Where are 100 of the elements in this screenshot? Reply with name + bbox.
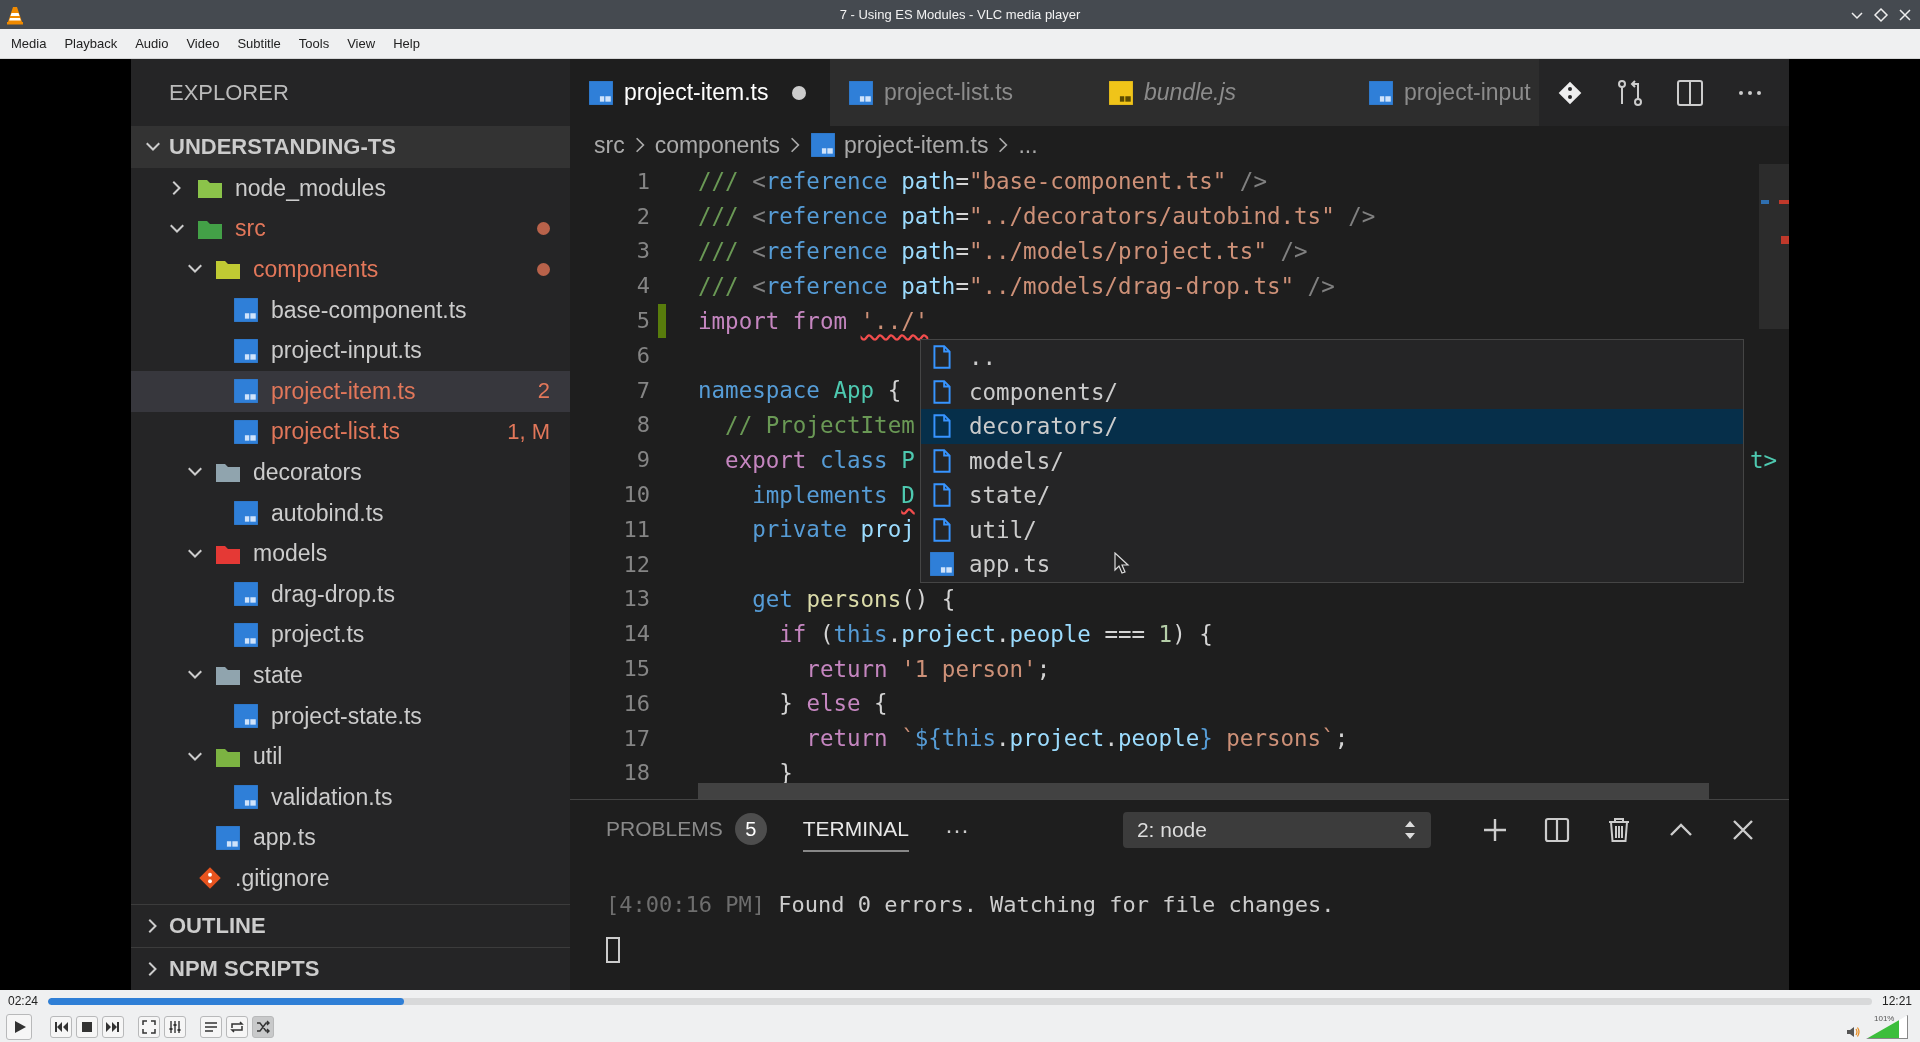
- breadcrumb-item[interactable]: components: [654, 131, 780, 159]
- file-item[interactable]: project-list.ts 1, M: [131, 411, 570, 453]
- file-item[interactable]: base-component.ts: [131, 289, 570, 331]
- terminal-dropdown[interactable]: 2: node: [1122, 812, 1431, 848]
- panel-tab[interactable]: PROBLEMS 5: [606, 808, 767, 852]
- line-number: 6: [635, 342, 650, 368]
- editor-tab[interactable]: project-input: [1350, 59, 1539, 126]
- suggestion-item[interactable]: util/: [921, 512, 1743, 547]
- loop-button[interactable]: [226, 1016, 248, 1038]
- file-item[interactable]: app.ts: [131, 817, 570, 859]
- play-button[interactable]: [6, 1014, 32, 1040]
- code-line: /// <reference path="../models/drag-drop.ts" />: [698, 272, 1335, 299]
- folder-item[interactable]: util: [131, 736, 570, 777]
- suggestion-item[interactable]: ..: [921, 340, 1743, 375]
- extended-button[interactable]: [164, 1016, 186, 1038]
- file-item[interactable]: project-input.ts: [131, 330, 570, 371]
- more-button[interactable]: ···: [944, 816, 969, 844]
- problem-count: 2: [537, 378, 550, 405]
- menu-item[interactable]: View: [338, 36, 385, 51]
- editor-tab[interactable]: project-list.ts: [830, 59, 1090, 126]
- line-number: 16: [622, 690, 650, 716]
- shuffle-icon: [256, 1020, 270, 1034]
- seek-bar[interactable]: [48, 997, 1872, 1005]
- ts-file-icon: [215, 824, 241, 851]
- playlist-button[interactable]: [200, 1016, 222, 1038]
- minimap[interactable]: [1759, 164, 1789, 329]
- section-header[interactable]: UNDERSTANDING-TS: [131, 126, 570, 168]
- volume-reading: 101%: [1874, 1014, 1895, 1023]
- line-number: 7: [635, 377, 650, 403]
- fullscreen-button[interactable]: [138, 1016, 160, 1038]
- mouse-pointer-icon: [1114, 552, 1130, 574]
- code-line: if (this.project.people === 1) {: [778, 620, 1213, 647]
- play-icon: [12, 1020, 26, 1034]
- menu-item[interactable]: Help: [384, 36, 429, 51]
- file-item[interactable]: project.ts: [131, 614, 570, 656]
- line-number: 9: [635, 447, 650, 473]
- menu-item[interactable]: Tools: [289, 36, 339, 51]
- file-item[interactable]: project-state.ts: [131, 695, 570, 737]
- ts-file-icon: [233, 581, 259, 608]
- next-button[interactable]: [102, 1016, 124, 1038]
- scrollbar[interactable]: [698, 783, 1709, 799]
- menu-item[interactable]: Audio: [126, 36, 178, 51]
- line-number: 12: [622, 551, 650, 577]
- line-number: 4: [635, 273, 650, 299]
- code-line: export class P: [724, 446, 915, 473]
- file-item[interactable]: .gitignore: [131, 858, 570, 899]
- file-item[interactable]: autobind.ts: [131, 492, 570, 534]
- line-number: 17: [622, 725, 650, 751]
- menu-item[interactable]: Playback: [55, 36, 127, 51]
- menu-item[interactable]: Media: [2, 36, 56, 51]
- previous-button[interactable]: [50, 1016, 72, 1038]
- code-line: /// <reference path="../decorators/autobind.ts" />: [698, 203, 1376, 230]
- line-number: 2: [635, 203, 650, 229]
- suggestion-item[interactable]: decorators/: [921, 409, 1743, 444]
- elapsed-time: 02:24: [8, 994, 39, 1008]
- file-item[interactable]: validation.ts: [131, 776, 570, 818]
- folder-item[interactable]: decorators: [131, 452, 570, 493]
- line-number: 18: [622, 760, 650, 786]
- ts-file-icon: [810, 132, 836, 158]
- ts-file-icon: [233, 378, 259, 405]
- editor-tab[interactable]: project-item.ts: [570, 59, 830, 126]
- ts-file-icon: [233, 418, 259, 445]
- shuffle-button[interactable]: [252, 1016, 274, 1038]
- folder-item[interactable]: node_modules: [131, 168, 570, 209]
- count-badge: 5: [734, 813, 767, 845]
- folder-item[interactable]: models: [131, 533, 570, 574]
- suggestion-item[interactable]: components/: [921, 374, 1743, 409]
- section-header[interactable]: OUTLINE: [131, 904, 570, 947]
- code-line: // ProjectItem: [724, 411, 915, 438]
- previous-icon: [54, 1020, 68, 1034]
- ts-file-icon: [233, 703, 259, 729]
- breadcrumb-item[interactable]: src: [594, 131, 625, 159]
- menu-item[interactable]: Subtitle: [228, 36, 290, 51]
- file-item[interactable]: drag-drop.ts: [131, 573, 570, 615]
- editor-tab[interactable]: bundle.js: [1090, 59, 1350, 126]
- breadcrumb-item[interactable]: ...: [1018, 131, 1038, 159]
- ts-file-icon: [588, 79, 614, 106]
- ts-file-icon: [233, 297, 259, 324]
- panel-tab[interactable]: TERMINAL: [802, 808, 909, 852]
- window-title: 7 - Using ES Modules - VLC media player: [839, 7, 1081, 22]
- volume-slider[interactable]: 101%: [1866, 1015, 1908, 1039]
- file-item[interactable]: project-item.ts 2: [131, 370, 570, 412]
- ts-file-icon: [1368, 79, 1394, 106]
- total-time: 12:21: [1881, 994, 1912, 1008]
- fullscreen-icon: [142, 1020, 156, 1034]
- suggestion-item[interactable]: app.ts: [921, 547, 1743, 582]
- maximize-icon[interactable]: [1872, 5, 1890, 24]
- folder-item[interactable]: state: [131, 655, 570, 696]
- folder-item[interactable]: components: [131, 249, 570, 290]
- ts-file-icon: [233, 621, 259, 648]
- speaker-icon[interactable]: [1846, 1025, 1860, 1039]
- breadcrumb-item[interactable]: project-item.ts: [844, 131, 989, 159]
- folder-item[interactable]: src: [131, 208, 570, 250]
- suggestion-item[interactable]: state/: [921, 478, 1743, 513]
- code-line: namespace App {: [698, 377, 902, 404]
- menu-item[interactable]: Video: [177, 36, 229, 51]
- suggestion-item[interactable]: models/: [921, 443, 1743, 478]
- code-line: } else {: [778, 690, 888, 717]
- line-number: 5: [635, 308, 650, 334]
- stop-button[interactable]: [76, 1016, 98, 1038]
